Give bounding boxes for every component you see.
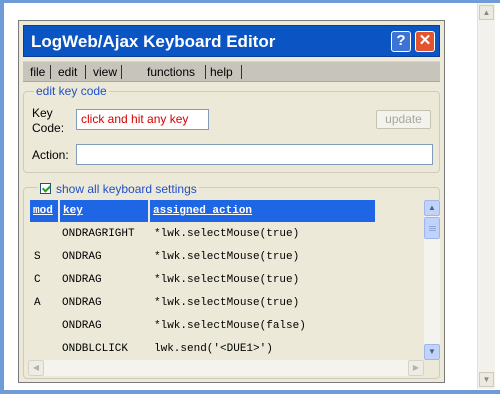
table-row[interactable]: ONDBLCLICK lwk.send('<DUE1>') <box>30 339 418 358</box>
page-scrollbar[interactable]: ▲ ▼ <box>477 3 495 389</box>
table-row[interactable]: S ONDRAG *lwk.selectMouse(true) <box>30 247 418 270</box>
cell-mod: A <box>34 297 41 309</box>
menu-functions[interactable]: functions <box>147 65 195 79</box>
cell-key: ONDBLCLICK <box>62 343 129 355</box>
arrow-right-icon[interactable]: ▶ <box>408 360 424 376</box>
cell-action: *lwk.selectMouse(true) <box>154 274 300 286</box>
action-input[interactable] <box>76 144 433 165</box>
key-code-label-line1: Key <box>32 106 53 120</box>
cell-key: ONDRAG <box>62 274 102 286</box>
cell-action: *lwk.selectMouse(true) <box>154 297 300 309</box>
table-vertical-scrollbar[interactable]: ▲ ▼ <box>424 200 440 360</box>
column-header-mod[interactable]: mod <box>30 200 58 222</box>
arrow-up-icon[interactable]: ▲ <box>424 200 440 216</box>
page-scroll-down-icon[interactable]: ▼ <box>479 372 494 387</box>
key-code-label-line2: Code: <box>32 121 65 135</box>
cell-action: *lwk.selectMouse(true) <box>154 228 300 240</box>
help-icon[interactable]: ? <box>391 31 411 52</box>
menu-view[interactable]: view <box>93 65 117 79</box>
cell-key: ONDRAG <box>62 251 102 263</box>
window-title: LogWeb/Ajax Keyboard Editor <box>31 32 276 51</box>
table-row[interactable]: ONDRAGRIGHT *lwk.selectMouse(true) <box>30 224 418 247</box>
cell-action: lwk.send('<DUE1>') <box>154 343 273 355</box>
page-scroll-up-icon[interactable]: ▲ <box>479 5 494 20</box>
window-titlebar[interactable]: LogWeb/Ajax Keyboard Editor ? ✕ <box>23 25 440 57</box>
column-header-action[interactable]: assigned action <box>150 200 375 222</box>
page-frame-bottom <box>0 390 500 394</box>
page-frame-left <box>0 0 4 394</box>
checkmark-icon[interactable] <box>40 183 51 195</box>
grip-line <box>429 226 436 227</box>
key-code-field[interactable]: click and hit any key <box>76 109 209 130</box>
table-horizontal-scrollbar[interactable]: ◀ ▶ <box>28 360 424 376</box>
settings-table: mod key assigned action ONDRAGRIGHT *lwk… <box>30 200 418 358</box>
grip-line <box>429 228 436 229</box>
menu-separator <box>50 65 51 79</box>
keyboard-editor-window: LogWeb/Ajax Keyboard Editor ? ✕ file edi… <box>18 20 445 383</box>
cell-key: ONDRAG <box>62 297 102 309</box>
menu-separator <box>241 65 242 79</box>
table-header: mod key assigned action <box>30 200 418 222</box>
cell-action: *lwk.selectMouse(false) <box>154 320 306 332</box>
arrow-left-icon[interactable]: ◀ <box>28 360 44 376</box>
column-header-key[interactable]: key <box>60 200 148 222</box>
cell-key: ONDRAG <box>62 320 102 332</box>
menu-edit[interactable]: edit <box>58 65 77 79</box>
keyboard-settings-group: show all keyboard settings mod key assig… <box>23 180 440 379</box>
table-row[interactable]: ONDRAG *lwk.selectMouse(false) <box>30 316 418 339</box>
menu-help[interactable]: help <box>210 65 233 79</box>
cell-mod: S <box>34 251 41 263</box>
menu-bar: file edit view functions help <box>23 61 440 82</box>
arrow-down-icon[interactable]: ▼ <box>424 344 440 360</box>
cell-mod: C <box>34 274 41 286</box>
menu-separator <box>85 65 86 79</box>
menu-separator <box>121 65 122 79</box>
cell-key: ONDRAGRIGHT <box>62 228 135 240</box>
show-all-settings-toggle[interactable]: show all keyboard settings <box>38 180 199 196</box>
close-icon[interactable]: ✕ <box>415 31 435 52</box>
grip-line <box>429 230 436 231</box>
page-frame-top <box>0 0 500 3</box>
edit-key-code-legend: edit key code <box>34 84 109 98</box>
table-row[interactable]: C ONDRAG *lwk.selectMouse(true) <box>30 270 418 293</box>
cell-action: *lwk.selectMouse(true) <box>154 251 300 263</box>
action-label: Action: <box>32 148 69 162</box>
menu-file[interactable]: file <box>30 65 45 79</box>
show-all-settings-label[interactable]: show all keyboard settings <box>56 182 197 196</box>
menu-separator <box>205 65 206 79</box>
scroll-thumb[interactable] <box>424 217 440 239</box>
table-row[interactable]: A ONDRAG *lwk.selectMouse(true) <box>30 293 418 316</box>
edit-key-code-group: edit key code Key Code: click and hit an… <box>23 84 440 173</box>
update-button[interactable]: update <box>376 110 431 129</box>
